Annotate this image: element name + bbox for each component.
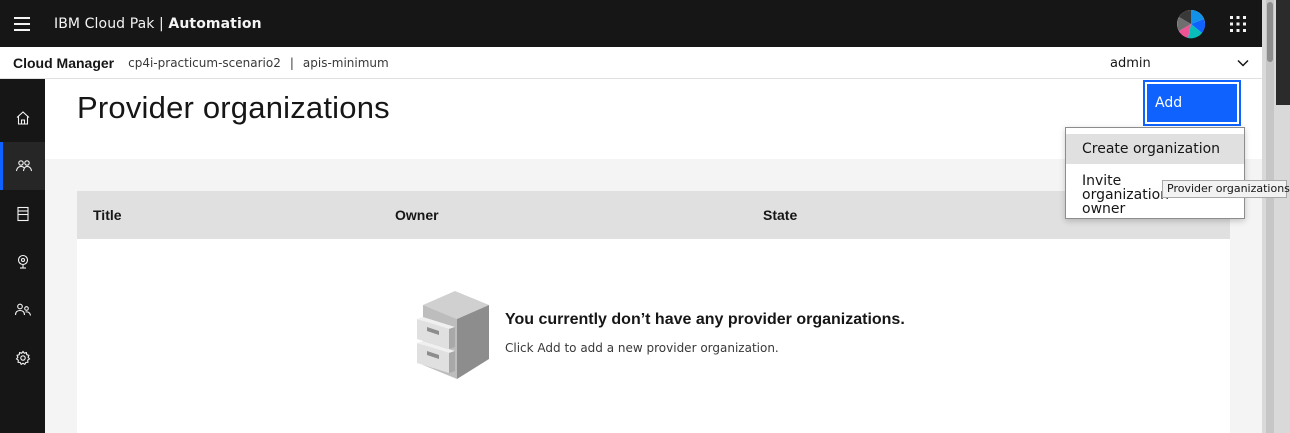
empty-state-title: You currently don’t have any provider or…	[505, 311, 905, 328]
nav-tooltip: Provider organizations	[1162, 180, 1290, 198]
brand-name: Automation	[168, 15, 262, 32]
provider-organizations-icon	[15, 160, 33, 172]
menu-item-create-organization[interactable]: Create organization	[1066, 134, 1244, 164]
scrollbar-thumb[interactable]	[1267, 2, 1273, 62]
column-owner-header[interactable]: Owner	[395, 207, 439, 223]
resources-icon	[16, 206, 29, 222]
organizations-table: Title Owner State You currently don’t ha…	[77, 191, 1230, 433]
empty-state-subtitle: Click Add to add a new provider organiza…	[505, 341, 779, 355]
window-scrollbar[interactable]	[1262, 0, 1290, 433]
nav-resources[interactable]	[0, 190, 45, 238]
page-title: Provider organizations	[77, 90, 390, 125]
chevron-down-icon	[1237, 59, 1249, 67]
nav-provider-organizations[interactable]	[0, 142, 45, 190]
table-header: Title Owner State	[77, 191, 1230, 239]
avatar-icon	[1177, 9, 1206, 38]
adjacent-window-edge	[1276, 0, 1290, 105]
topology-icon	[17, 254, 28, 269]
sub-header: Cloud Manager cp4i-practicum-scenario2 |…	[0, 47, 1262, 79]
gear-icon	[15, 350, 30, 366]
scrollbar-track[interactable]	[1266, 0, 1274, 433]
left-navigation	[0, 79, 45, 433]
instance-name: cp4i-practicum-scenario2	[128, 55, 281, 70]
column-title-header[interactable]: Title	[93, 207, 122, 223]
brand-prefix: IBM Cloud Pak |	[54, 15, 169, 32]
app-grid-icon	[1230, 15, 1246, 32]
hamburger-menu-icon[interactable]	[0, 0, 44, 47]
brand-title[interactable]: IBM Cloud Pak | Automation	[54, 16, 262, 32]
product-name[interactable]: Cloud Manager	[13, 55, 114, 71]
user-avatar-button[interactable]	[1168, 0, 1214, 47]
home-icon	[16, 111, 29, 125]
add-dropdown-menu: Create organization Invite organization …	[1065, 127, 1245, 219]
user-menu-dropdown[interactable]: admin	[1110, 47, 1250, 79]
nav-members[interactable]	[0, 286, 45, 334]
top-header: IBM Cloud Pak | Automation	[0, 0, 1262, 47]
user-name: admin	[1110, 55, 1151, 71]
column-state-header[interactable]: State	[763, 207, 797, 223]
members-icon	[14, 303, 31, 316]
namespace-name: apis-minimum	[302, 55, 389, 70]
nav-topology[interactable]	[0, 238, 45, 286]
filing-cabinet-icon	[417, 291, 489, 379]
breadcrumb-separator: |	[289, 55, 294, 70]
nav-settings[interactable]	[0, 334, 45, 382]
nav-home[interactable]	[0, 94, 45, 142]
add-button[interactable]: Add	[1143, 80, 1241, 126]
app-switcher-button[interactable]	[1214, 0, 1262, 47]
